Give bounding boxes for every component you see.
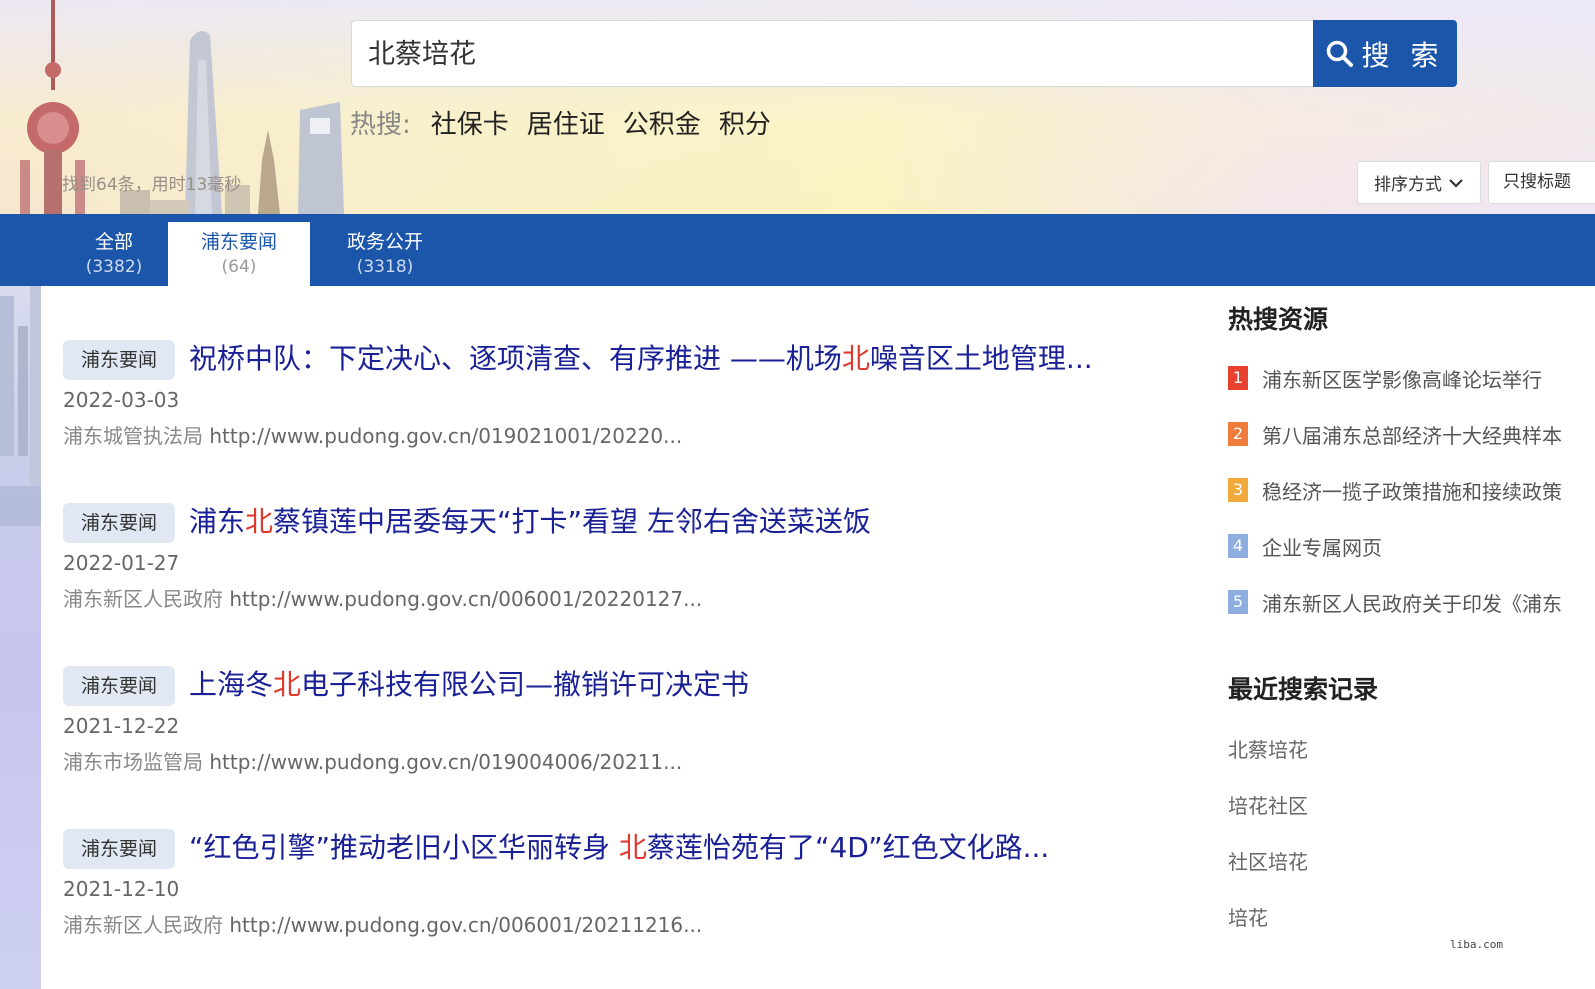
tab-all[interactable]: 全部 (3382) — [62, 222, 166, 286]
search-input[interactable]: 北蔡培花 — [351, 20, 1313, 87]
hot-resource-item[interactable]: 3 稳经济一揽子政策措施和接续政策 — [1228, 462, 1595, 518]
result-item: 浦东要闻 浦东北蔡镇莲中居委每天“打卡”看望 左邻右舍送菜送饭 2022-01-… — [63, 499, 1163, 662]
tab-gov-affairs[interactable]: 政务公开 (3318) — [320, 222, 450, 286]
hot-resource-label: 稳经济一揽子政策措施和接续政策 — [1262, 479, 1562, 504]
result-item: 浦东要闻 “红色引擎”推动老旧小区华丽转身 北蔡莲怡苑有了“4D”红色文化路..… — [63, 825, 1163, 988]
keyword-highlight: 北 — [273, 668, 302, 701]
keyword-highlight: 北 — [245, 505, 274, 538]
result-item: 浦东要闻 祝桥中队：下定决心、逐项清查、有序推进 ——机场北噪音区土地管理...… — [63, 336, 1163, 499]
tab-count: (64) — [221, 257, 257, 277]
tab-pudong-news[interactable]: 浦东要闻 (64) — [168, 222, 310, 286]
hot-search-link[interactable]: 公积金 — [623, 104, 701, 141]
rank-badge: 1 — [1228, 366, 1248, 390]
category-tag: 浦东要闻 — [63, 829, 175, 869]
recent-search-item[interactable]: 北蔡培花 — [1228, 722, 1595, 778]
keyword-highlight: 北 — [841, 342, 870, 375]
result-date: 2021-12-22 — [63, 714, 180, 738]
title-only-button[interactable]: 只搜标题 — [1488, 161, 1595, 204]
hot-resource-item[interactable]: 2 第八届浦东总部经济十大经典样本 — [1228, 406, 1595, 462]
results-list: 浦东要闻 祝桥中队：下定决心、逐项清查、有序推进 ——机场北噪音区土地管理...… — [63, 336, 1163, 988]
hot-search-link[interactable]: 积分 — [719, 104, 771, 141]
hot-resource-label: 第八届浦东总部经济十大经典样本 — [1262, 423, 1562, 448]
category-tabs: 全部 (3382) 浦东要闻 (64) 政务公开 (3318) — [0, 214, 1595, 286]
result-url[interactable]: http://www.pudong.gov.cn/019021001/20220… — [209, 424, 682, 448]
result-title-text: 噪音区土地管理... — [869, 342, 1093, 375]
result-title-text: 电子科技有限公司—撤销许可决定书 — [301, 668, 750, 701]
search-icon — [1326, 40, 1353, 67]
keyword-highlight: 北 — [618, 831, 647, 864]
rank-badge: 3 — [1228, 478, 1248, 502]
tab-label: 浦东要闻 — [200, 231, 277, 253]
hot-resource-item[interactable]: 1 浦东新区医学影像高峰论坛举行 — [1228, 350, 1595, 406]
left-skyline-illustration — [0, 286, 41, 526]
source-name: 浦东新区人民政府 — [63, 913, 223, 937]
recent-search-item[interactable]: 社区培花 — [1228, 834, 1595, 890]
result-title-link[interactable]: 上海冬北电子科技有限公司—撤销许可决定书 — [189, 662, 1149, 708]
result-date: 2021-12-10 — [63, 877, 180, 901]
hot-search-label: 热搜: — [350, 109, 411, 140]
result-title-text: 蔡莲怡苑有了“4D”红色文化路... — [646, 831, 1050, 864]
rank-badge: 4 — [1228, 534, 1248, 558]
result-url[interactable]: http://www.pudong.gov.cn/006001/20220127… — [229, 587, 702, 611]
source-name: 浦东新区人民政府 — [63, 587, 223, 611]
result-date: 2022-03-03 — [63, 388, 180, 412]
hot-resource-label: 浦东新区医学影像高峰论坛举行 — [1262, 367, 1542, 392]
result-date: 2022-01-27 — [63, 551, 180, 575]
result-source: 浦东新区人民政府 http://www.pudong.gov.cn/006001… — [63, 909, 702, 938]
tab-label: 全部 — [94, 231, 133, 253]
result-title-text: 浦东 — [189, 505, 246, 538]
hot-search-link[interactable]: 居住证 — [527, 104, 605, 141]
tab-count: (3382) — [85, 257, 143, 277]
result-item: 浦东要闻 上海冬北电子科技有限公司—撤销许可决定书 2021-12-22 浦东市… — [63, 662, 1163, 825]
result-title-text: 上海冬 — [189, 668, 274, 701]
result-title-text: 祝桥中队：下定决心、逐项清查、有序推进 ——机场 — [189, 342, 842, 375]
category-tag: 浦东要闻 — [63, 503, 175, 543]
sort-dropdown[interactable]: 排序方式 — [1357, 161, 1481, 204]
result-title-link[interactable]: 祝桥中队：下定决心、逐项清查、有序推进 ——机场北噪音区土地管理... — [189, 336, 1149, 382]
hot-resource-item[interactable]: 5 浦东新区人民政府关于印发《浦东 — [1228, 574, 1595, 630]
result-source: 浦东市场监管局 http://www.pudong.gov.cn/0190040… — [63, 746, 682, 775]
result-url[interactable]: http://www.pudong.gov.cn/006001/20211216… — [229, 913, 702, 937]
recent-search-item[interactable]: 培花社区 — [1228, 778, 1595, 834]
chevron-down-icon — [1449, 178, 1463, 188]
result-count: 找到64条，用时13毫秒 — [62, 175, 242, 195]
sort-dropdown-label: 排序方式 — [1374, 175, 1442, 195]
right-sidebar: 热搜资源 1 浦东新区医学影像高峰论坛举行 2 第八届浦东总部经济十大经典样本 … — [1228, 300, 1595, 946]
source-name: 浦东城管执法局 — [63, 424, 203, 448]
result-source: 浦东新区人民政府 http://www.pudong.gov.cn/006001… — [63, 583, 702, 612]
result-source: 浦东城管执法局 http://www.pudong.gov.cn/0190210… — [63, 420, 682, 449]
result-url[interactable]: http://www.pudong.gov.cn/019004006/20211… — [209, 750, 682, 774]
recent-searches-title: 最近搜索记录 — [1228, 675, 1379, 704]
hot-resource-item[interactable]: 4 企业专属网页 — [1228, 518, 1595, 574]
hot-resource-label: 企业专属网页 — [1262, 535, 1382, 560]
hot-search-link[interactable]: 社保卡 — [431, 104, 509, 141]
search-button-label: 搜 索 — [1361, 38, 1445, 72]
hot-resources-title: 热搜资源 — [1228, 305, 1329, 334]
left-decoration — [0, 286, 41, 989]
result-title-text: “红色引擎”推动老旧小区华丽转身 — [189, 831, 619, 864]
recent-search-item[interactable]: 培花 — [1228, 890, 1595, 946]
category-tag: 浦东要闻 — [63, 340, 175, 380]
result-title-link[interactable]: 浦东北蔡镇莲中居委每天“打卡”看望 左邻右舍送菜送饭 — [189, 499, 1149, 545]
tab-label: 政务公开 — [346, 231, 423, 253]
hot-resource-label: 浦东新区人民政府关于印发《浦东 — [1262, 591, 1562, 616]
watermark: liba.com — [1450, 938, 1503, 951]
category-tag: 浦东要闻 — [63, 666, 175, 706]
result-title-link[interactable]: “红色引擎”推动老旧小区华丽转身 北蔡莲怡苑有了“4D”红色文化路... — [189, 825, 1149, 871]
hot-search-row: 热搜: 社保卡 居住证 公积金 积分 — [350, 100, 789, 144]
rank-badge: 2 — [1228, 422, 1248, 446]
source-name: 浦东市场监管局 — [63, 750, 203, 774]
rank-badge: 5 — [1228, 590, 1248, 614]
tab-count: (3318) — [356, 257, 414, 277]
header-banner: 北蔡培花 搜 索 热搜: 社保卡 居住证 公积金 积分 找到64条，用时13毫秒… — [0, 0, 1595, 214]
result-title-text: 蔡镇莲中居委每天“打卡”看望 左邻右舍送菜送饭 — [273, 505, 871, 538]
search-button[interactable]: 搜 索 — [1313, 20, 1457, 87]
